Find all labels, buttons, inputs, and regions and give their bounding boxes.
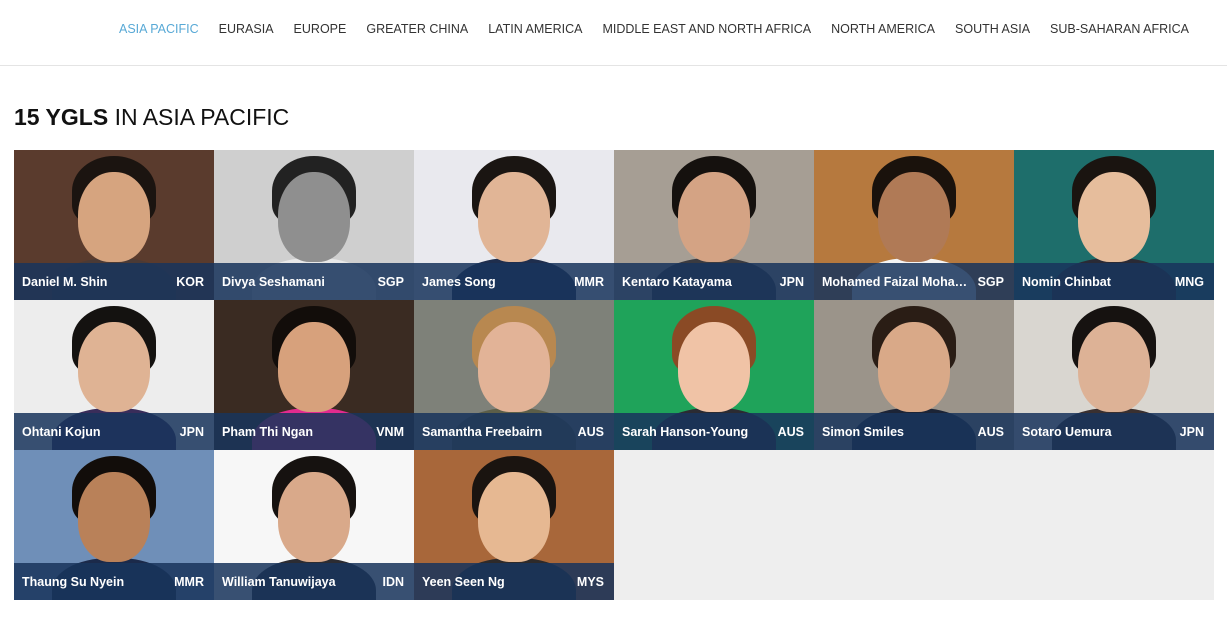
nav-item-greater-china[interactable]: GREATER CHINA: [366, 22, 468, 36]
photo-face: [278, 472, 350, 562]
ygl-card[interactable]: Pham Thi Ngan VNM: [214, 300, 414, 450]
country-code: JPN: [779, 274, 804, 289]
ygl-card[interactable]: Nomin Chinbat MNG: [1014, 150, 1214, 300]
country-code: AUS: [577, 424, 604, 439]
card-caption: Simon Smiles AUS: [814, 413, 1014, 450]
card-caption: Daniel M. Shin KOR: [14, 263, 214, 300]
photo-face: [678, 172, 750, 262]
nav-item-europe[interactable]: EUROPE: [294, 22, 347, 36]
ygl-card[interactable]: Mohamed Faizal Mohamed Abdul Kadir SGP: [814, 150, 1014, 300]
nav-item-south-asia[interactable]: SOUTH ASIA: [955, 22, 1030, 36]
card-caption: Thaung Su Nyein MMR: [14, 563, 214, 600]
ygl-grid: Daniel M. Shin KOR Divya Seshamani SGP James…: [14, 150, 1214, 600]
nav-item-middle-east-and-north-africa[interactable]: MIDDLE EAST AND NORTH AFRICA: [602, 22, 811, 36]
nav-item-asia-pacific[interactable]: ASIA PACIFIC: [119, 22, 199, 36]
photo-face: [278, 172, 350, 262]
country-code: AUS: [977, 424, 1004, 439]
ygl-card[interactable]: Simon Smiles AUS: [814, 300, 1014, 450]
card-caption: Samantha Freebairn AUS: [414, 413, 614, 450]
card-caption: Ohtani Kojun JPN: [14, 413, 214, 450]
person-name[interactable]: Sarah Hanson-Young: [622, 425, 748, 439]
country-code: AUS: [777, 424, 804, 439]
person-name[interactable]: Thaung Su Nyein: [22, 575, 124, 589]
photo-face: [278, 322, 350, 412]
country-code: SGP: [377, 274, 404, 289]
person-name[interactable]: James Song: [422, 275, 496, 289]
card-caption: Sarah Hanson-Young AUS: [614, 413, 814, 450]
nav-item-sub-saharan-africa[interactable]: SUB-SAHARAN AFRICA: [1050, 22, 1189, 36]
person-name[interactable]: Mohamed Faizal Mohamed Abdul Kadir: [822, 275, 972, 289]
card-caption: Kentaro Katayama JPN: [614, 263, 814, 300]
region-nav-list: ASIA PACIFIC EURASIA EUROPE GREATER CHINA LA…: [119, 22, 1209, 36]
card-caption: Yeen Seen Ng MYS: [414, 563, 614, 600]
country-code: JPN: [179, 424, 204, 439]
nav-item-latin-america[interactable]: LATIN AMERICA: [488, 22, 582, 36]
photo-face: [878, 322, 950, 412]
card-caption: Sotaro Uemura JPN: [1014, 413, 1214, 450]
ygl-card[interactable]: Sotaro Uemura JPN: [1014, 300, 1214, 450]
photo-face: [78, 472, 150, 562]
person-name[interactable]: Yeen Seen Ng: [422, 575, 505, 589]
ygl-card[interactable]: James Song MMR: [414, 150, 614, 300]
ygl-card[interactable]: Sarah Hanson-Young AUS: [614, 300, 814, 450]
ygl-card[interactable]: Divya Seshamani SGP: [214, 150, 414, 300]
photo-face: [478, 322, 550, 412]
region-nav-bar: ASIA PACIFIC EURASIA EUROPE GREATER CHINA LA…: [0, 0, 1227, 66]
photo-face: [878, 172, 950, 262]
ygl-card[interactable]: Samantha Freebairn AUS: [414, 300, 614, 450]
region-title: IN ASIA PACIFIC: [108, 104, 290, 130]
country-code: MYS: [576, 574, 604, 589]
country-code: KOR: [176, 274, 204, 289]
photo-face: [478, 472, 550, 562]
ygl-card[interactable]: Daniel M. Shin KOR: [14, 150, 214, 300]
card-caption: James Song MMR: [414, 263, 614, 300]
ygl-card[interactable]: Thaung Su Nyein MMR: [14, 450, 214, 600]
ygl-card[interactable]: Kentaro Katayama JPN: [614, 150, 814, 300]
person-name[interactable]: Samantha Freebairn: [422, 425, 542, 439]
card-caption: Nomin Chinbat MNG: [1014, 263, 1214, 300]
person-name[interactable]: William Tanuwijaya: [222, 575, 336, 589]
person-name[interactable]: Ohtani Kojun: [22, 425, 100, 439]
country-code: IDN: [382, 574, 404, 589]
card-caption: Divya Seshamani SGP: [214, 263, 414, 300]
country-code: SGP: [977, 274, 1004, 289]
ygl-card[interactable]: Ohtani Kojun JPN: [14, 300, 214, 450]
page-title: 15 YGLS IN ASIA PACIFIC: [14, 104, 289, 131]
person-name[interactable]: Nomin Chinbat: [1022, 275, 1111, 289]
person-name[interactable]: Simon Smiles: [822, 425, 904, 439]
country-code: VNM: [376, 424, 404, 439]
photo-face: [1078, 172, 1150, 262]
photo-face: [478, 172, 550, 262]
person-name[interactable]: Sotaro Uemura: [1022, 425, 1112, 439]
country-code: MNG: [1174, 274, 1204, 289]
country-code: MMR: [174, 574, 204, 589]
card-caption: Pham Thi Ngan VNM: [214, 413, 414, 450]
card-caption: Mohamed Faizal Mohamed Abdul Kadir SGP: [814, 263, 1014, 300]
photo-face: [78, 322, 150, 412]
ygl-card[interactable]: William Tanuwijaya IDN: [214, 450, 414, 600]
person-name[interactable]: Daniel M. Shin: [22, 275, 107, 289]
person-name[interactable]: Kentaro Katayama: [622, 275, 732, 289]
ygl-card[interactable]: Yeen Seen Ng MYS: [414, 450, 614, 600]
nav-item-eurasia[interactable]: EURASIA: [219, 22, 274, 36]
country-code: JPN: [1179, 424, 1204, 439]
photo-face: [678, 322, 750, 412]
ygl-count: 15 YGLS: [14, 104, 109, 130]
country-code: MMR: [574, 274, 604, 289]
photo-face: [78, 172, 150, 262]
person-name[interactable]: Divya Seshamani: [222, 275, 325, 289]
nav-item-north-america[interactable]: NORTH AMERICA: [831, 22, 935, 36]
person-name[interactable]: Pham Thi Ngan: [222, 425, 313, 439]
card-caption: William Tanuwijaya IDN: [214, 563, 414, 600]
photo-face: [1078, 322, 1150, 412]
